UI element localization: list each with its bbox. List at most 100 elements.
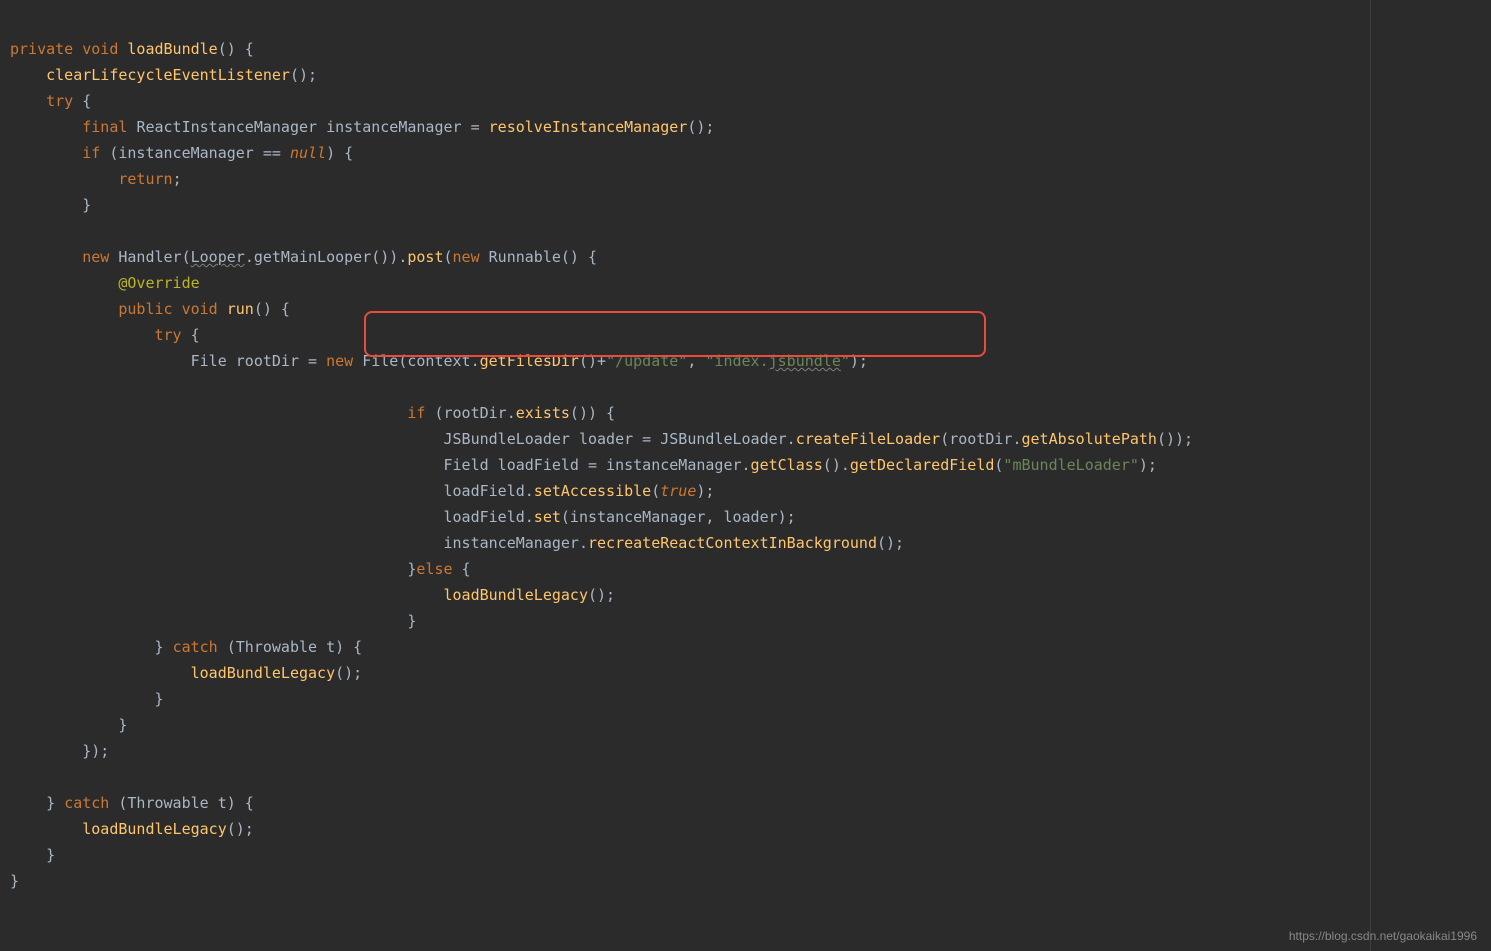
punct: (instanceManager, loader); (561, 508, 796, 526)
type: File (191, 352, 227, 370)
brace: } (155, 638, 173, 656)
punct: (). (823, 456, 850, 474)
keyword: catch (64, 794, 109, 812)
var: loadField (498, 456, 579, 474)
punct: (); (588, 586, 615, 604)
fn-call: createFileLoader (796, 430, 941, 448)
keyword: try (46, 92, 73, 110)
keyword: private (10, 40, 73, 58)
type: File (362, 352, 398, 370)
fn-call: getClass (751, 456, 823, 474)
fn-call: set (534, 508, 561, 526)
punct: ( (182, 248, 191, 266)
brace: } (10, 872, 19, 890)
dot: . (245, 248, 254, 266)
comma: , (687, 352, 705, 370)
string: " (841, 352, 850, 370)
fn-call: getFilesDir (480, 352, 579, 370)
string: "mBundleLoader" (1003, 456, 1138, 474)
obj: rootDir. (949, 430, 1021, 448)
keyword: void (182, 300, 218, 318)
punct: ( (940, 430, 949, 448)
type: Throwable (236, 638, 317, 656)
brace: } (118, 716, 127, 734)
obj: instanceManager. (443, 534, 588, 552)
punct: () { (218, 40, 254, 58)
type: JSBundleLoader (443, 430, 569, 448)
obj: loadField. (443, 482, 533, 500)
obj: context. (407, 352, 479, 370)
punct: ()+ (579, 352, 606, 370)
var: t (317, 638, 335, 656)
keyword: else (416, 560, 452, 578)
fn-call: getMainLooper (254, 248, 371, 266)
keyword: return (118, 170, 172, 188)
op: == (254, 144, 290, 162)
type: Throwable (127, 794, 208, 812)
brace: } (46, 794, 64, 812)
punct: () { (254, 300, 290, 318)
fn-call: getDeclaredField (850, 456, 995, 474)
op: = (579, 456, 606, 474)
type: Field (443, 456, 488, 474)
keyword: final (82, 118, 127, 136)
class-ref: Looper (191, 248, 245, 266)
op: = (633, 430, 660, 448)
type: Handler (118, 248, 181, 266)
obj: loadField. (443, 508, 533, 526)
keyword: if (407, 404, 425, 422)
punct: ()); (1157, 430, 1193, 448)
brace: } (155, 690, 164, 708)
fn-call: getAbsolutePath (1021, 430, 1156, 448)
keyword: public (118, 300, 172, 318)
code-editor[interactable]: private void loadBundle() { clearLifecyc… (0, 0, 1491, 894)
punct: (); (687, 118, 714, 136)
string: "/update" (606, 352, 687, 370)
fn-call: loadBundleLegacy (191, 664, 336, 682)
fn-call: exists (516, 404, 570, 422)
punct: ( (444, 248, 453, 266)
var: loader (579, 430, 633, 448)
punct: (); (877, 534, 904, 552)
var: t (209, 794, 227, 812)
punct: { (453, 560, 471, 578)
string: "index. (705, 352, 768, 370)
string: jsbundle (769, 352, 841, 370)
space (353, 352, 362, 370)
keyword: if (82, 144, 100, 162)
punct: ( (100, 144, 118, 162)
keyword: void (82, 40, 118, 58)
punct: (); (227, 820, 254, 838)
punct: ) { (326, 144, 353, 162)
op: = (462, 118, 489, 136)
annotation: @Override (118, 274, 199, 292)
null-literal: null (290, 144, 326, 162)
punct: ( (651, 482, 660, 500)
punct: ( (109, 794, 127, 812)
watermark-text: https://blog.csdn.net/gaokaikai1996 (1289, 929, 1477, 943)
brace: }); (82, 742, 109, 760)
obj: rootDir. (443, 404, 515, 422)
punct: ()) { (570, 404, 615, 422)
punct: ); (696, 482, 714, 500)
fn-call: loadBundleLegacy (82, 820, 227, 838)
class-ref: JSBundleLoader. (660, 430, 795, 448)
var: rootDir (236, 352, 299, 370)
var: instanceManager (326, 118, 461, 136)
punct: ); (1139, 456, 1157, 474)
punct: ; (173, 170, 182, 188)
type: ReactInstanceManager (136, 118, 317, 136)
punct: { (73, 92, 91, 110)
true-literal: true (660, 482, 696, 500)
punct: ( (218, 638, 236, 656)
punct: ); (850, 352, 868, 370)
type: Runnable (489, 248, 561, 266)
method-name: run (227, 300, 254, 318)
punct: ) { (227, 794, 254, 812)
op: = (299, 352, 326, 370)
var: instanceManager (118, 144, 253, 162)
fn-call: clearLifecycleEventListener (46, 66, 290, 84)
brace: } (46, 846, 55, 864)
punct: { (182, 326, 200, 344)
punct: ( (425, 404, 443, 422)
